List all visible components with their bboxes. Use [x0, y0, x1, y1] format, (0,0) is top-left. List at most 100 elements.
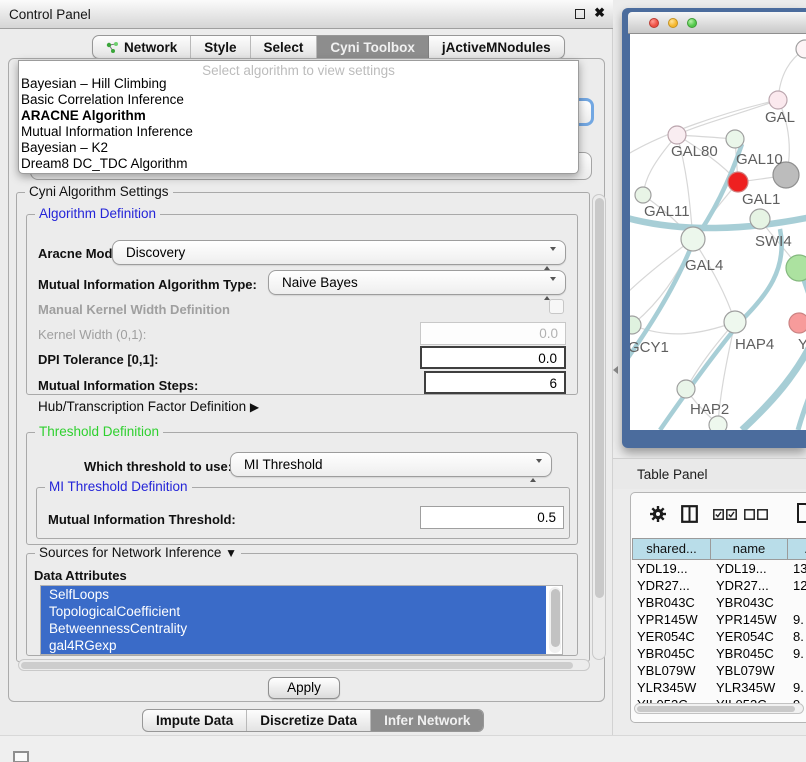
table-cell[interactable]: YPR145W — [632, 611, 711, 628]
minimized-panel-icon[interactable] — [13, 751, 29, 762]
table-cell[interactable]: YDR27... — [632, 577, 711, 594]
network-node-gal11[interactable] — [635, 187, 651, 203]
list-item[interactable]: TopologicalCoefficient — [41, 603, 546, 620]
column-header-shared-name[interactable]: shared... — [632, 538, 711, 560]
tab-impute-data[interactable]: Impute Data — [143, 710, 247, 731]
table-cell[interactable]: YIL052C — [632, 696, 711, 703]
close-icon[interactable]: ✖ — [594, 5, 605, 21]
close-traffic-light[interactable] — [649, 18, 659, 28]
dropdown-item[interactable]: Mutual Information Inference — [19, 124, 578, 140]
table-header: shared... name A — [632, 538, 806, 560]
table-panel-title: Table Panel — [637, 467, 708, 482]
network-node-gal-tr[interactable] — [769, 91, 787, 109]
node-label: Y — [798, 336, 806, 353]
table-cell[interactable] — [788, 662, 806, 679]
table-cell[interactable]: YBL079W — [632, 662, 711, 679]
column-header-partial[interactable]: A — [788, 538, 806, 560]
network-graph: GAL GAL80 GAL10 GAL1 GAL11 SWI4 GAL4 GCY… — [630, 34, 806, 430]
network-node-gal10[interactable] — [726, 130, 744, 148]
dropdown-item[interactable]: Bayesian – Hill Climbing — [19, 76, 578, 92]
settings-vertical-scrollbar[interactable] — [592, 194, 606, 660]
tab-jactivemnodules[interactable]: jActiveMNodules — [429, 36, 564, 58]
dpi-tolerance-field[interactable]: 0.0 — [420, 346, 566, 369]
tab-network[interactable]: Network — [93, 36, 191, 58]
network-canvas[interactable]: GAL GAL80 GAL10 GAL1 GAL11 SWI4 GAL4 GCY… — [630, 34, 806, 430]
which-threshold-value: MI Threshold — [244, 457, 323, 472]
table-cell[interactable]: 9. — [788, 611, 806, 628]
minimize-traffic-light[interactable] — [668, 18, 678, 28]
network-node-hap4[interactable] — [724, 311, 746, 333]
table-cell[interactable]: YPR145W — [711, 611, 788, 628]
table-cell[interactable]: 9. — [788, 696, 806, 703]
dropdown-item[interactable]: Basic Correlation Inference — [19, 92, 578, 108]
network-node-swi4[interactable] — [786, 255, 806, 281]
table-cell[interactable]: YBR045C — [711, 645, 788, 662]
network-node[interactable] — [750, 209, 770, 229]
sources-group-title[interactable]: Sources for Network Inference ▼ — [35, 545, 241, 560]
dropdown-item[interactable]: Dream8 DC_TDC Algorithm — [19, 156, 578, 172]
dropdown-item-selected[interactable]: ARACNE Algorithm — [19, 108, 578, 124]
table-cell[interactable]: YDL19... — [632, 560, 711, 577]
table-cell[interactable]: YIL052C — [711, 696, 788, 703]
network-node-gal4[interactable] — [681, 227, 705, 251]
table-cell[interactable]: 12 — [788, 577, 806, 594]
expanded-arrow-icon: ▼ — [225, 546, 237, 560]
columns-icon[interactable] — [681, 505, 698, 523]
mi-steps-field[interactable]: 6 — [424, 371, 566, 394]
tab-cyni-toolbox[interactable]: Cyni Toolbox — [317, 36, 429, 58]
network-node[interactable] — [709, 416, 727, 430]
table-cell[interactable]: YBL079W — [711, 662, 788, 679]
list-item[interactable]: SelfLoops — [41, 586, 546, 603]
table-cell[interactable]: YDR27... — [711, 577, 788, 594]
table-cell[interactable]: YLR345W — [711, 679, 788, 696]
table-cell[interactable]: YER054C — [632, 628, 711, 645]
tab-select[interactable]: Select — [251, 36, 318, 58]
table-cell[interactable]: YLR345W — [632, 679, 711, 696]
table-cell[interactable]: 13 — [788, 560, 806, 577]
network-node-hap2[interactable] — [677, 380, 695, 398]
node-label: HAP4 — [735, 336, 774, 353]
zoom-traffic-light[interactable] — [687, 18, 697, 28]
mi-type-combobox[interactable]: Naive Bayes — [268, 270, 566, 295]
network-node-gal1[interactable] — [728, 172, 748, 192]
dropdown-item[interactable]: Bayesian – K2 — [19, 140, 578, 156]
settings-horizontal-scrollbar[interactable] — [18, 659, 590, 671]
combo-arrows-icon — [544, 277, 556, 300]
table-cell[interactable] — [788, 594, 806, 611]
list-item[interactable]: gal4RGexp — [41, 637, 546, 654]
network-node-gal80[interactable] — [668, 126, 686, 144]
table-cell[interactable]: 8. — [788, 628, 806, 645]
attributes-scrollbar[interactable] — [549, 587, 561, 653]
table-cell[interactable]: 9. — [788, 645, 806, 662]
hub-definition-expander[interactable]: Hub/Transcription Factor Definition ▶ — [38, 399, 259, 414]
table-cell[interactable]: YBR043C — [711, 594, 788, 611]
table-cell[interactable]: YDL19... — [711, 560, 788, 577]
split-pane-grip[interactable] — [613, 366, 618, 374]
select-all-checkboxes-icon[interactable] — [713, 509, 737, 520]
file-icon[interactable] — [797, 503, 806, 523]
which-threshold-combobox[interactable]: MI Threshold — [230, 452, 552, 477]
manual-kernel-label: Manual Kernel Width Definition — [38, 302, 230, 317]
mi-threshold-field[interactable]: 0.5 — [420, 506, 564, 529]
gear-icon[interactable] — [649, 505, 667, 523]
tab-discretize-data[interactable]: Discretize Data — [247, 710, 371, 731]
status-strip — [0, 735, 806, 762]
table-cell[interactable]: YBR043C — [632, 594, 711, 611]
network-node-y[interactable] — [789, 313, 806, 333]
float-window-icon[interactable] — [575, 9, 585, 19]
table-cell[interactable]: YBR045C — [632, 645, 711, 662]
manual-kernel-checkbox[interactable] — [549, 299, 564, 314]
column-header-name[interactable]: name — [711, 538, 788, 560]
aracne-mode-combobox[interactable]: Discovery — [112, 240, 566, 265]
kernel-width-field[interactable]: 0.0 — [420, 322, 566, 345]
list-item[interactable]: BetweennessCentrality — [41, 620, 546, 637]
table-horizontal-scrollbar[interactable] — [634, 703, 804, 714]
tab-style[interactable]: Style — [191, 36, 250, 58]
deselect-all-checkboxes-icon[interactable] — [744, 509, 768, 520]
table-cell[interactable]: 9. — [788, 679, 806, 696]
table-cell[interactable]: YER054C — [711, 628, 788, 645]
tab-infer-network[interactable]: Infer Network — [371, 710, 483, 731]
apply-button[interactable]: Apply — [268, 677, 340, 699]
combo-arrows-icon — [530, 459, 542, 482]
table-panel-titlebar: Table Panel — [613, 458, 806, 489]
